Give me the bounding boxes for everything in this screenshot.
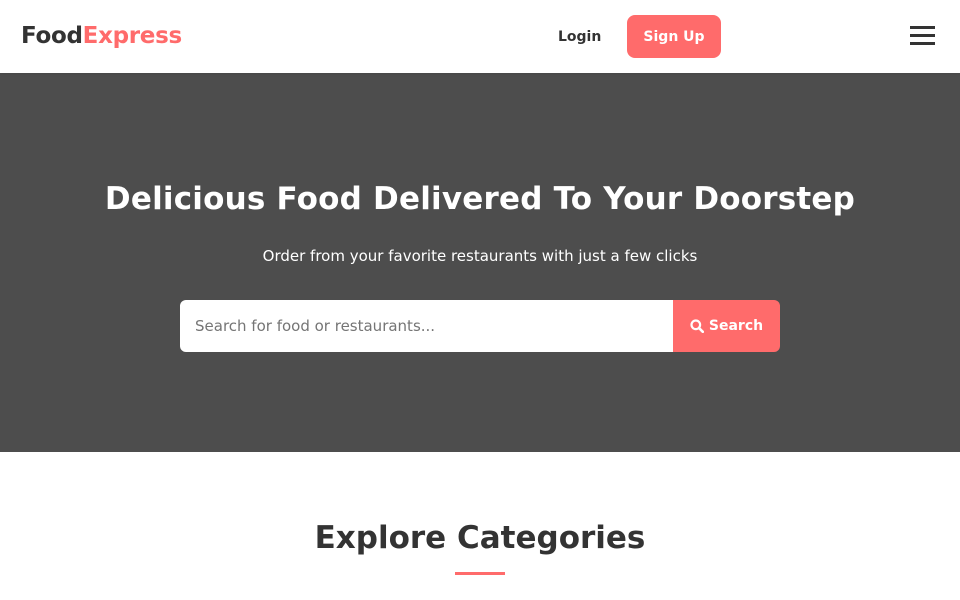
hamburger-line bbox=[910, 26, 935, 29]
logo-text-food: Food bbox=[21, 23, 83, 49]
login-link[interactable]: Login bbox=[558, 27, 601, 47]
title-underline bbox=[455, 572, 505, 575]
search-icon bbox=[690, 319, 704, 333]
hero-subtitle: Order from your favorite restaurants wit… bbox=[262, 247, 698, 265]
search-button[interactable]: Search bbox=[673, 300, 780, 352]
hamburger-line bbox=[910, 42, 935, 45]
hamburger-icon[interactable] bbox=[910, 26, 935, 46]
search-bar: Search bbox=[180, 300, 780, 352]
search-input[interactable] bbox=[180, 300, 673, 352]
logo[interactable]: FoodExpress bbox=[21, 21, 182, 51]
signup-button[interactable]: Sign Up bbox=[627, 15, 721, 58]
search-button-label: Search bbox=[708, 318, 764, 334]
categories-title: Explore Categories bbox=[314, 520, 646, 556]
hero-title: Delicious Food Delivered To Your Doorste… bbox=[104, 181, 856, 217]
logo-text-express: Express bbox=[82, 23, 183, 49]
hero-section: Delicious Food Delivered To Your Doorste… bbox=[0, 73, 960, 452]
hamburger-line bbox=[910, 34, 935, 37]
site-header: FoodExpress Login Sign Up bbox=[0, 0, 960, 73]
